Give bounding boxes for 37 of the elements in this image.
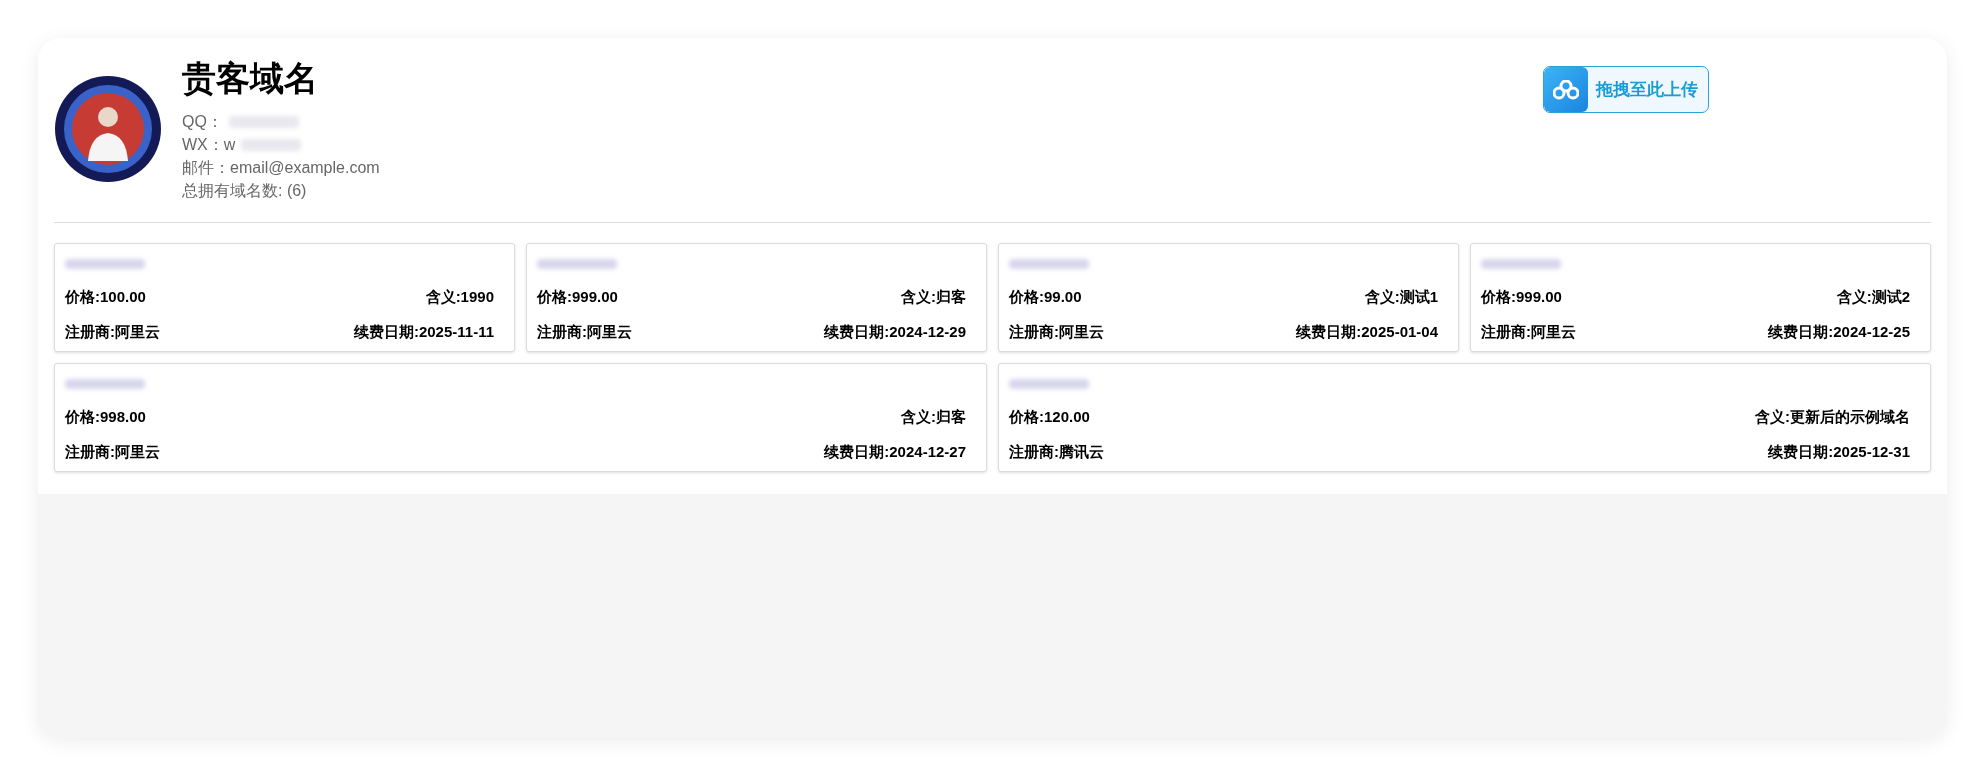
cloud-icon [1544,67,1588,112]
meaning-text: 含义:归客 [901,287,966,307]
qq-label: QQ： [182,112,223,132]
price-text: 价格:120.00 [1009,407,1090,427]
redacted-domain-link[interactable] [65,379,145,389]
meaning-text: 含义:更新后的示例域名 [1755,407,1910,427]
price-text: 价格:999.00 [1481,287,1562,307]
meaning-text: 含义:测试2 [1836,287,1910,307]
renewal-date-text: 续费日期:2025-12-31 [1768,441,1910,462]
meaning-text: 含义:归客 [901,407,966,427]
redacted-domain-link[interactable] [65,259,145,269]
registrar-text: 注册商:阿里云 [1009,321,1104,342]
registrar-text: 注册商:阿里云 [65,441,160,462]
email-text: 邮件：email@example.com [182,158,380,178]
renewal-date-text: 续费日期:2024-12-25 [1768,321,1910,342]
renewal-date-text: 续费日期:2025-01-04 [1296,321,1438,342]
registrar-text: 注册商:阿里云 [65,321,160,342]
meaning-text: 含义:1990 [425,287,494,307]
renewal-date-text: 续费日期:2024-12-27 [824,441,966,462]
price-text: 价格:100.00 [65,287,146,307]
domain-count-text: 总拥有域名数: (6) [182,181,308,201]
redacted-domain-link[interactable] [1009,259,1089,269]
price-text: 价格:999.00 [537,287,618,307]
price-text: 价格:99.00 [1009,287,1082,307]
redacted-domain-link[interactable] [537,259,617,269]
registrar-text: 注册商:阿里云 [1481,321,1576,342]
price-text: 价格:998.00 [65,407,146,427]
page-title: 贵客域名 [182,58,319,98]
renewal-date-text: 续费日期:2024-12-29 [824,321,966,342]
registrar-text: 注册商:阿里云 [537,321,632,342]
registrar-text: 注册商:腾讯云 [1009,441,1104,462]
meaning-text: 含义:测试1 [1364,287,1438,307]
redacted-domain-link[interactable] [1009,379,1089,389]
redacted-domain-link[interactable] [1481,259,1561,269]
wx-label: WX：w [182,135,236,155]
renewal-date-text: 续费日期:2025-11-11 [353,321,494,342]
upload-button[interactable]: 拖拽至此上传 [1543,66,1709,113]
